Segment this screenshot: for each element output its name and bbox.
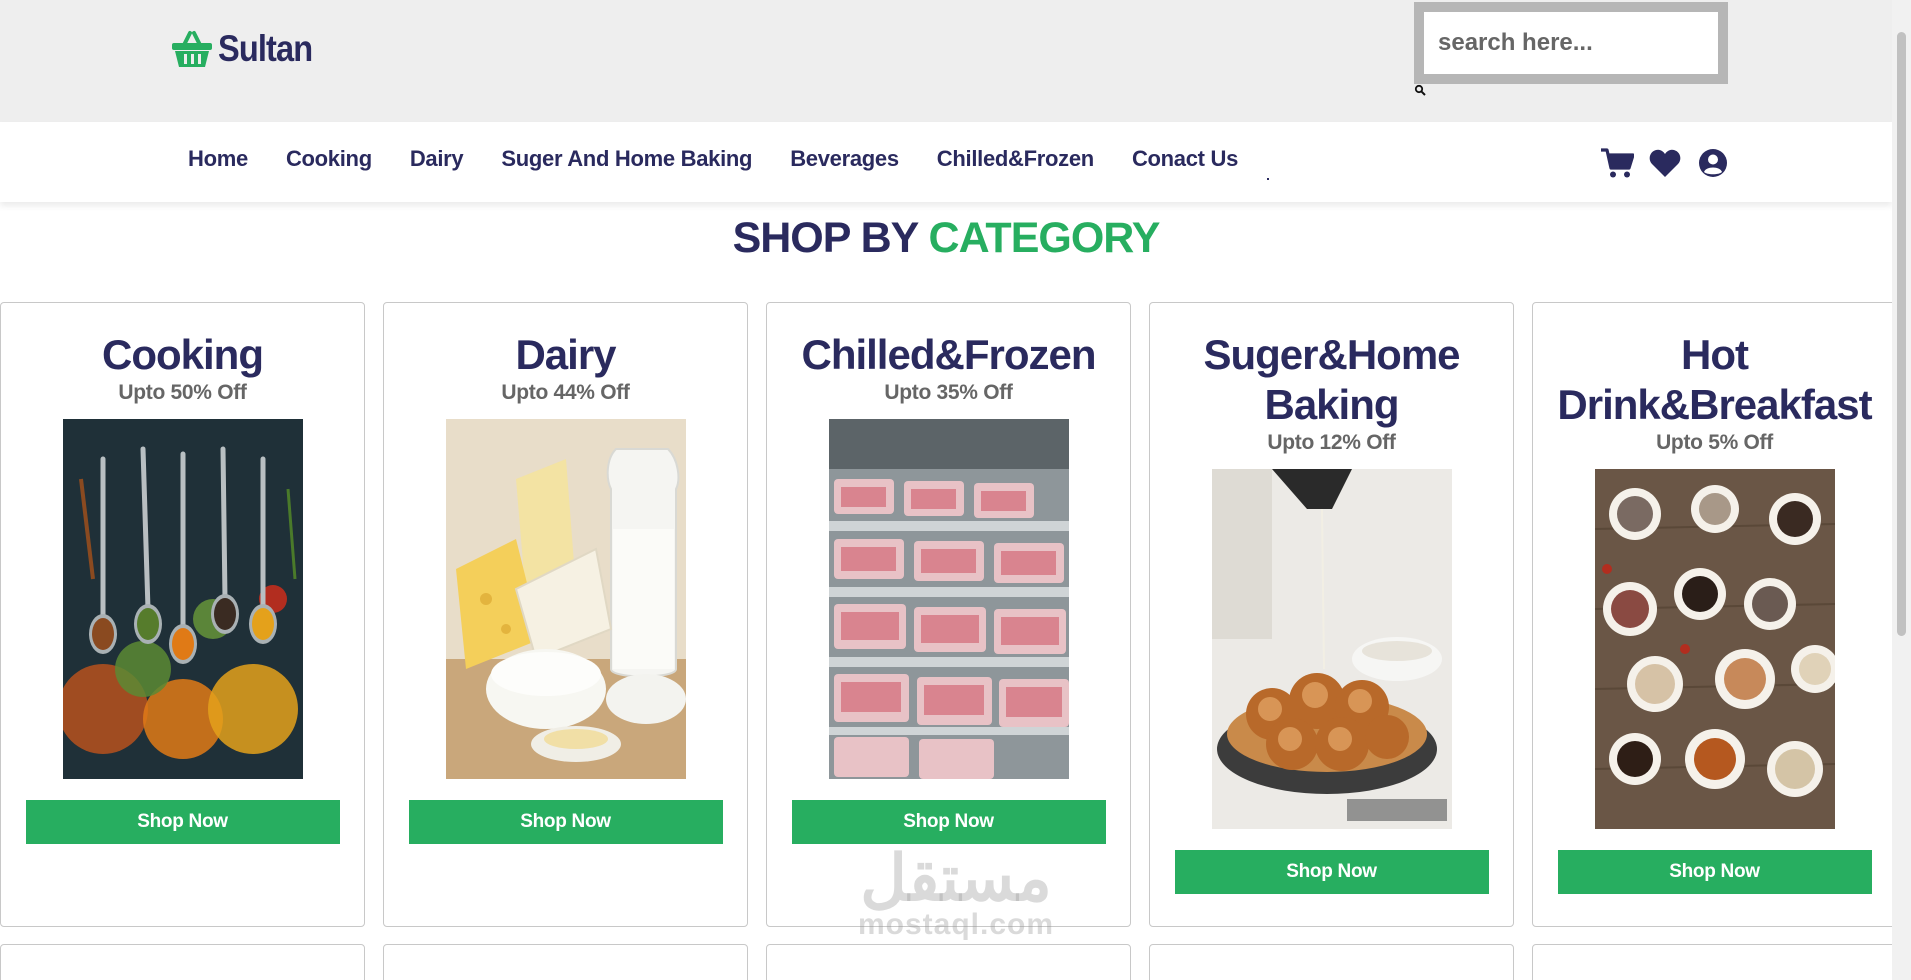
watermark-arabic: مستقل: [860, 842, 1052, 914]
top-header: Sultan: [0, 0, 1892, 122]
heart-icon[interactable]: [1648, 146, 1682, 180]
frozen-meat-image: [828, 419, 1069, 779]
card-offer: Upto 50% Off: [118, 381, 247, 404]
basket-icon: [172, 31, 212, 67]
card-title: Dairy: [515, 331, 616, 378]
section-title-part1: SHOP BY: [732, 214, 919, 262]
category-card-suger-home-baking: Suger&Home Baking Upto 12% Off Shop Now: [1149, 302, 1514, 927]
card-offer: Upto 44% Off: [501, 381, 630, 404]
watermark-latin: mostaql.com: [857, 908, 1055, 941]
card-title: Cooking: [102, 331, 264, 378]
baking-image: [1211, 469, 1452, 829]
shop-now-button[interactable]: Shop Now: [408, 800, 723, 844]
section-title-part2: CATEGORY: [928, 214, 1161, 262]
nav-home[interactable]: Home: [188, 146, 248, 172]
nav-chilled-frozen[interactable]: Chilled&Frozen: [937, 146, 1094, 172]
category-card-next: [766, 944, 1131, 980]
shop-now-button[interactable]: Shop Now: [791, 800, 1106, 844]
nav-icons: [1600, 146, 1730, 180]
category-card-next: [1532, 944, 1897, 980]
search-box: [1414, 2, 1728, 84]
spices-image: [62, 419, 303, 779]
nav-dairy[interactable]: Dairy: [410, 146, 464, 172]
card-title: Hot Drink&Breakfast: [1557, 331, 1872, 428]
search-icon[interactable]: [1414, 84, 1426, 96]
nav-dot: [1267, 178, 1269, 180]
category-card-next: [383, 944, 748, 980]
main-nav: Home Cooking Dairy Suger And Home Baking…: [0, 122, 1892, 202]
card-offer: Upto 12% Off: [1267, 431, 1396, 454]
shop-now-button[interactable]: Shop Now: [1174, 850, 1489, 894]
coffee-cups-image: [1594, 469, 1835, 829]
user-icon[interactable]: [1696, 146, 1730, 180]
card-offer: Upto 5% Off: [1656, 431, 1773, 454]
search-input[interactable]: [1424, 12, 1718, 74]
shop-now-button[interactable]: Shop Now: [25, 800, 340, 844]
nav-beverages[interactable]: Beverages: [790, 146, 899, 172]
category-card-chilled-frozen: Chilled&Frozen Upto 35% Off Shop Now: [766, 302, 1131, 927]
card-title: Chilled&Frozen: [801, 331, 1096, 378]
cart-icon[interactable]: [1600, 146, 1634, 180]
shop-now-button[interactable]: Shop Now: [1557, 850, 1872, 894]
card-offer: Upto 35% Off: [884, 381, 1013, 404]
dairy-image: [445, 419, 686, 779]
nav-suger-home-baking[interactable]: Suger And Home Baking: [501, 146, 752, 172]
brand-logo[interactable]: Sultan: [170, 28, 325, 70]
watermark: مستقل mostaql.com: [836, 846, 1076, 940]
category-card-dairy: Dairy Upto 44% Off Shop Now: [383, 302, 748, 927]
category-card-next: [0, 944, 365, 980]
scrollbar-thumb[interactable]: [1897, 32, 1906, 636]
page-scrollbar[interactable]: [1892, 0, 1911, 980]
category-card-cooking: Cooking Upto 50% Off Shop Now: [0, 302, 365, 927]
nav-contact-us[interactable]: Conact Us: [1132, 146, 1238, 172]
category-card-hot-drink-breakfast: Hot Drink&Breakfast Upto 5% Off Shop Now: [1532, 302, 1897, 927]
category-card-next: [1149, 944, 1514, 980]
card-title: Suger&Home Baking: [1203, 331, 1460, 428]
brand-name: Sultan: [218, 28, 313, 69]
nav-links: Home Cooking Dairy Suger And Home Baking…: [188, 146, 1276, 172]
section-title: SHOP BY CATEGORY: [0, 214, 1892, 263]
nav-cooking[interactable]: Cooking: [286, 146, 372, 172]
